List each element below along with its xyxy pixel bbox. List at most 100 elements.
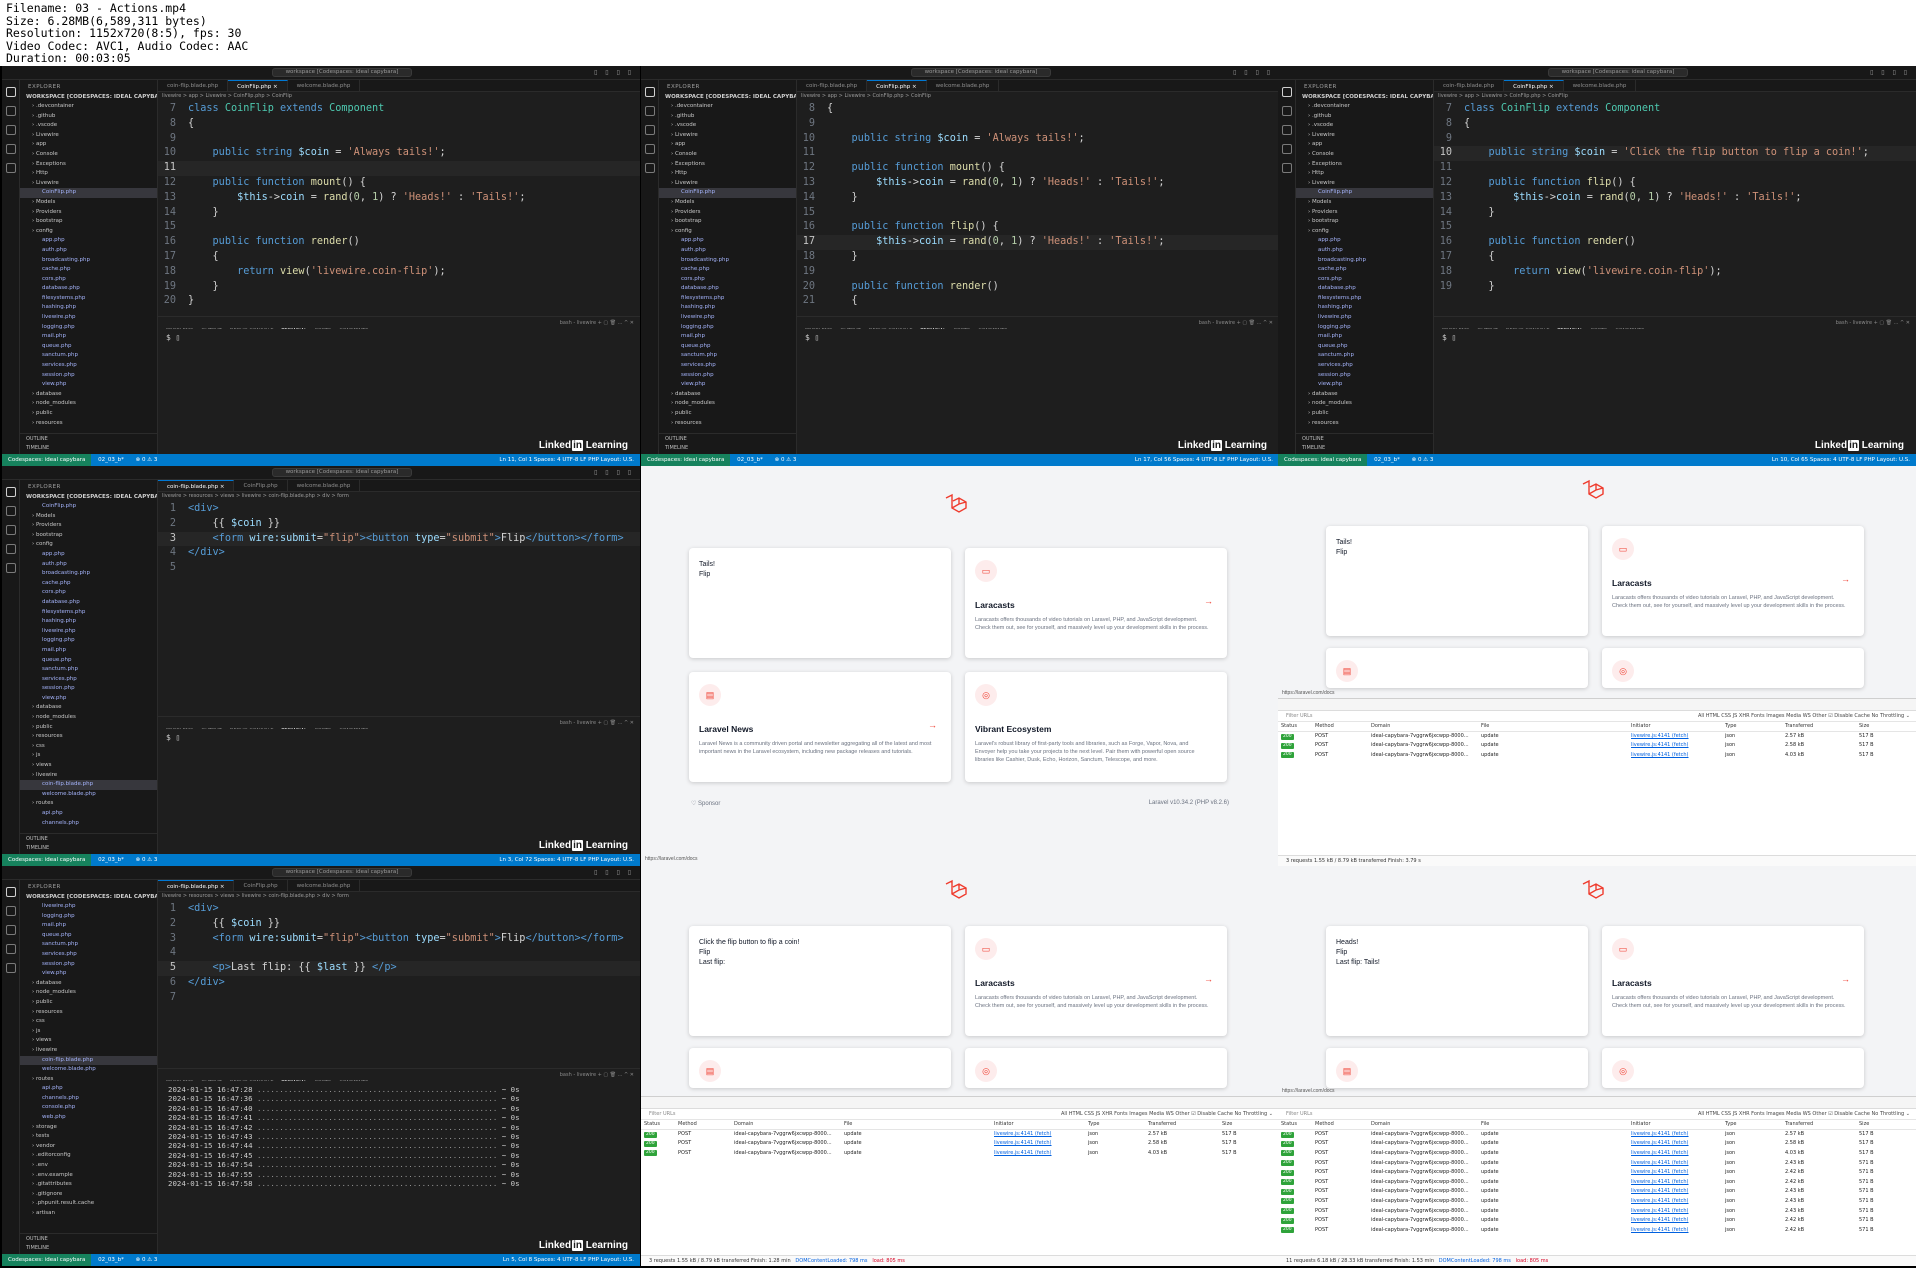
- file-tree-item[interactable]: › .devcontainer: [659, 102, 796, 112]
- file-tree-item[interactable]: session.php: [659, 371, 796, 381]
- code-line[interactable]: 16 public function flip() {: [797, 220, 1279, 235]
- outline-section[interactable]: OUTLINE: [665, 435, 791, 444]
- file-tree-item[interactable]: › Livewire: [659, 131, 796, 141]
- code-line[interactable]: 20}: [158, 294, 640, 309]
- editor-tab[interactable]: CoinFlip.php ×: [1504, 80, 1564, 91]
- file-tree-item[interactable]: › Livewire: [659, 179, 796, 189]
- code-line[interactable]: 15: [797, 206, 1279, 221]
- column-header[interactable]: Size: [1856, 722, 1916, 732]
- code-line[interactable]: 10 public string $coin = 'Always tails!'…: [158, 146, 640, 161]
- laracasts-card[interactable]: ▭ Laracasts Laracasts offers thousands o…: [1602, 526, 1864, 636]
- file-tree-item[interactable]: cors.php: [1296, 275, 1433, 285]
- panel-tab-ports[interactable]: PORTS: [315, 325, 331, 329]
- source-control-icon[interactable]: [645, 125, 655, 135]
- file-tree-item[interactable]: livewire.php: [20, 313, 157, 323]
- filter-bar[interactable]: Filter URLs All HTML CSS JS XHR Fonts Ima…: [1278, 711, 1916, 722]
- file-tree-item[interactable]: cache.php: [659, 265, 796, 275]
- file-tree-item[interactable]: › js: [20, 751, 157, 761]
- panel-tab-debug-console[interactable]: DEBUG CONSOLE: [1506, 325, 1550, 329]
- file-tree-item[interactable]: › config: [1296, 227, 1433, 237]
- panel-tab-debug-console[interactable]: DEBUG CONSOLE: [869, 325, 913, 329]
- file-tree-item[interactable]: › bootstrap: [659, 217, 796, 227]
- table-row[interactable]: 200 POST ideal-capybara-7vggrw6jxcwpp-8000…: [1278, 1206, 1916, 1216]
- editor-tab[interactable]: welcome.blade.php: [288, 80, 361, 91]
- file-tree-item[interactable]: › public: [20, 409, 157, 419]
- file-tree-item[interactable]: › storage: [20, 1123, 157, 1133]
- file-tree-item[interactable]: filesystems.php: [659, 294, 796, 304]
- file-tree-item[interactable]: cache.php: [20, 265, 157, 275]
- file-tree-item[interactable]: › Providers: [20, 521, 157, 531]
- workspace-root[interactable]: WORKSPACE [CODESPACES: IDEAL CAPYBARA]: [1296, 92, 1433, 102]
- flip-button[interactable]: Flip: [1336, 548, 1352, 558]
- filter-urls-input[interactable]: Filter URLs: [1286, 713, 1313, 719]
- panel-tab-output[interactable]: OUTPUT: [201, 725, 221, 729]
- file-tree-item[interactable]: › Http: [659, 169, 796, 179]
- code-line[interactable]: 1 <div>: [158, 902, 640, 917]
- column-header[interactable]: Status: [1278, 722, 1312, 732]
- problems-indicator[interactable]: ⊗ 0 ⚠ 3: [131, 854, 163, 866]
- file-tree-item[interactable]: › Livewire: [1296, 131, 1433, 141]
- code-editor[interactable]: 8{9 10 public string $coin = 'Always tail…: [797, 102, 1279, 309]
- source-control-icon[interactable]: [1282, 125, 1292, 135]
- search-icon[interactable]: [6, 506, 16, 516]
- column-header[interactable]: Initiator: [1628, 1120, 1722, 1130]
- code-line[interactable]: 15: [158, 220, 640, 235]
- panel-tab-debug-console[interactable]: DEBUG CONSOLE: [230, 325, 274, 329]
- file-tree-item[interactable]: › routes: [20, 1075, 157, 1085]
- file-tree-item[interactable]: database.php: [1296, 284, 1433, 294]
- editor-tab[interactable]: welcome.blade.php: [1564, 80, 1637, 91]
- outline-section[interactable]: OUTLINE: [1302, 435, 1428, 444]
- code-line[interactable]: 17 $this->coin = rand(0, 1) ? 'Heads!' :…: [797, 235, 1279, 250]
- laravel-news-card[interactable]: ▤: [1326, 648, 1588, 688]
- terminal-output[interactable]: 2024-01-15 16:47:28 ....................…: [158, 1081, 640, 1192]
- panel-tab-ports[interactable]: PORTS: [954, 325, 970, 329]
- table-row[interactable]: 200 POST ideal-capybara-7vggrw6jxcwpp-8000…: [1278, 1158, 1916, 1168]
- panel-tab-terminal[interactable]: TERMINAL: [281, 725, 306, 729]
- file-tree-item[interactable]: mail.php: [20, 646, 157, 656]
- file-tree-item[interactable]: › css: [20, 1017, 157, 1027]
- panel-tab-problems[interactable]: PROBLEMS: [166, 1077, 193, 1081]
- source-control-icon[interactable]: [6, 525, 16, 535]
- file-tree-item[interactable]: view.php: [20, 969, 157, 979]
- file-tree-item[interactable]: sanctum.php: [659, 351, 796, 361]
- run-debug-icon[interactable]: [645, 144, 655, 154]
- cursor-position[interactable]: Ln 5, Col 8 Spaces: 4 UTF-8 LF PHP Layou…: [503, 1254, 634, 1266]
- outline-timeline[interactable]: OUTLINE TIMELINE: [659, 433, 796, 454]
- file-tree-item[interactable]: cache.php: [1296, 265, 1433, 275]
- file-tree-item[interactable]: services.php: [20, 675, 157, 685]
- code-line[interactable]: 17 {: [1434, 250, 1916, 265]
- command-center[interactable]: workspace [Codespaces: ideal capybara]: [272, 68, 412, 77]
- file-tree-item[interactable]: broadcasting.php: [20, 569, 157, 579]
- breadcrumb[interactable]: livewire > app > Livewire > CoinFlip.php…: [162, 93, 632, 102]
- file-tree-item[interactable]: mail.php: [20, 921, 157, 931]
- code-line[interactable]: 16 public function render(): [158, 235, 640, 250]
- workspace-root[interactable]: WORKSPACE [CODESPACES: IDEAL CAPYBARA]: [20, 492, 157, 502]
- editor-tab[interactable]: coin-flip.blade.php ×: [158, 880, 235, 891]
- file-tree-item[interactable]: › resources: [20, 1008, 157, 1018]
- file-tree-item[interactable]: api.php: [20, 1084, 157, 1094]
- flip-button[interactable]: Flip: [1336, 948, 1380, 958]
- file-tree-item[interactable]: app.php: [1296, 236, 1433, 246]
- file-tree-item[interactable]: › Providers: [659, 208, 796, 218]
- code-editor[interactable]: 1 <div> 2 {{ $coin }} 3 <form wire:submit="…: [158, 902, 640, 1006]
- table-row[interactable]: 200 POST ideal-capybara-7vggrw6jxcwpp-8000…: [1278, 1196, 1916, 1206]
- file-tree-item[interactable]: › Console: [659, 150, 796, 160]
- file-tree-item[interactable]: services.php: [20, 950, 157, 960]
- editor-tab[interactable]: CoinFlip.php: [234, 880, 288, 891]
- search-icon[interactable]: [645, 106, 655, 116]
- file-tree-item[interactable]: sanctum.php: [20, 351, 157, 361]
- file-tree-item[interactable]: livewire.php: [659, 313, 796, 323]
- code-line[interactable]: 2 {{ $coin }}: [158, 517, 640, 532]
- panel-tab-problems[interactable]: PROBLEMS: [1442, 325, 1469, 329]
- outline-timeline[interactable]: OUTLINE TIMELINE: [1296, 433, 1433, 454]
- run-debug-icon[interactable]: [6, 544, 16, 554]
- branch-indicator[interactable]: 02_03_b*: [93, 854, 129, 866]
- file-tree-item[interactable]: view.php: [20, 380, 157, 390]
- file-tree-item[interactable]: › Livewire: [1296, 179, 1433, 189]
- file-tree-item[interactable]: auth.php: [20, 560, 157, 570]
- code-line[interactable]: 3 <form wire:submit="flip"><button type=…: [158, 531, 640, 547]
- branch-indicator[interactable]: 02_03_b*: [93, 1254, 129, 1266]
- file-tree-item[interactable]: queue.php: [1296, 342, 1433, 352]
- laracasts-card[interactable]: ▭ Laracasts Laracasts offers thousands o…: [965, 926, 1227, 1036]
- editor-tab[interactable]: coin-flip.blade.php: [797, 80, 868, 91]
